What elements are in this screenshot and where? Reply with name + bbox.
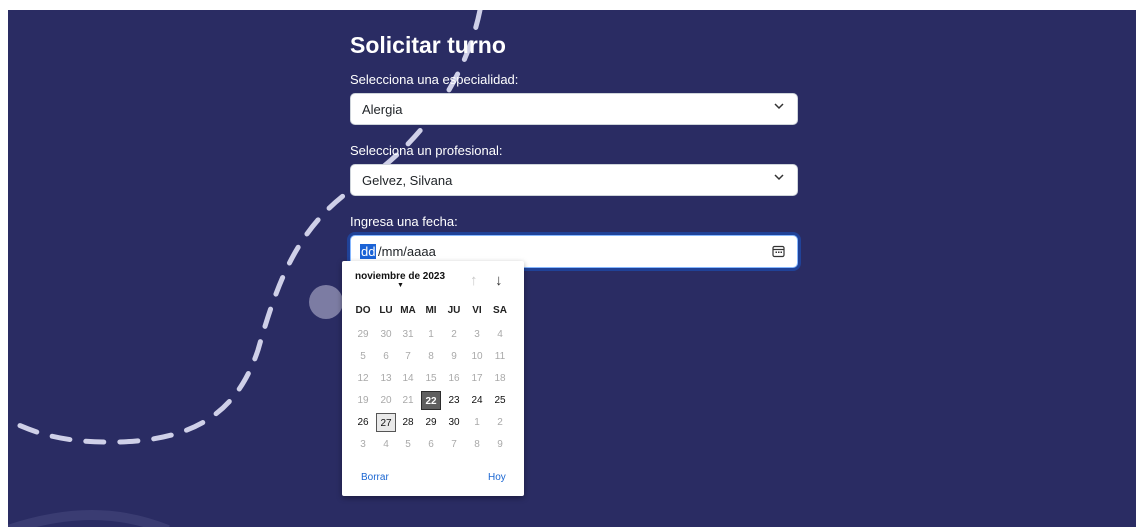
day-cell: 7 bbox=[405, 351, 411, 362]
day-cell[interactable]: 24 bbox=[467, 391, 487, 410]
day-cell: 29 bbox=[357, 329, 369, 340]
calendar-icon[interactable] bbox=[772, 245, 785, 258]
date-day-segment[interactable]: dd bbox=[360, 244, 377, 259]
caret-down-icon[interactable]: ▼ bbox=[397, 282, 404, 289]
arrow-up-icon[interactable]: ↑ bbox=[470, 272, 478, 289]
day-cell: 6 bbox=[383, 351, 389, 362]
weekday-header: SA bbox=[493, 305, 507, 316]
specialty-selected-value: Alergia bbox=[362, 102, 403, 117]
chevron-down-icon bbox=[774, 172, 784, 185]
day-cell: 10 bbox=[471, 351, 483, 362]
professional-selected-value: Gelvez, Silvana bbox=[362, 173, 453, 188]
chevron-down-icon bbox=[774, 101, 784, 114]
day-cell[interactable]: 26 bbox=[353, 413, 373, 432]
professional-select[interactable]: Gelvez, Silvana bbox=[350, 164, 798, 196]
day-cell: 9 bbox=[451, 351, 457, 362]
day-cell: 12 bbox=[357, 373, 369, 384]
day-cell: 13 bbox=[380, 373, 392, 384]
day-cell: 16 bbox=[448, 373, 460, 384]
weekday-header: MI bbox=[425, 305, 437, 316]
date-month-year-segments[interactable]: /mm/aaaa bbox=[378, 244, 436, 259]
day-cell: 3 bbox=[474, 329, 480, 340]
day-cell: 9 bbox=[497, 439, 503, 450]
day-cell: 1 bbox=[474, 417, 480, 428]
day-cell[interactable]: 30 bbox=[444, 413, 464, 432]
weekday-header: DO bbox=[355, 305, 371, 316]
day-cell: 15 bbox=[425, 373, 437, 384]
page-background: Solicitar turno Selecciona una especiali… bbox=[8, 10, 1136, 527]
day-cell: 5 bbox=[405, 439, 411, 450]
specialty-label: Selecciona una especialidad: bbox=[350, 72, 519, 87]
day-cell: 7 bbox=[451, 439, 457, 450]
day-cell: 4 bbox=[497, 329, 503, 340]
day-cell: 5 bbox=[360, 351, 366, 362]
day-cell: 17 bbox=[471, 373, 483, 384]
specialty-select[interactable]: Alergia bbox=[350, 93, 798, 125]
weekday-header: VI bbox=[472, 305, 482, 316]
weekday-header: MA bbox=[400, 305, 416, 316]
day-cell[interactable]: 25 bbox=[490, 391, 510, 410]
day-cell: 3 bbox=[360, 439, 366, 450]
day-cell: 8 bbox=[428, 351, 434, 362]
date-label: Ingresa una fecha: bbox=[350, 214, 458, 229]
day-cell: 20 bbox=[380, 395, 392, 406]
date-picker-popup: noviembre de 2023 ▼ ↑ ↓ DO LU MA MI JU VI SA 2… bbox=[342, 261, 524, 496]
clear-button[interactable]: Borrar bbox=[361, 472, 389, 483]
day-cell: 1 bbox=[428, 329, 434, 340]
dashed-path-decoration bbox=[8, 10, 483, 527]
day-cell: 21 bbox=[402, 395, 414, 406]
day-cell[interactable]: 29 bbox=[421, 413, 441, 432]
day-cell: 30 bbox=[380, 329, 392, 340]
day-cell: 2 bbox=[497, 417, 503, 428]
day-cell-focused[interactable]: 27 bbox=[376, 413, 396, 432]
day-cell: 6 bbox=[428, 439, 434, 450]
day-cell: 11 bbox=[494, 351, 506, 362]
day-cell: 19 bbox=[357, 395, 369, 406]
day-cell: 14 bbox=[402, 373, 414, 384]
professional-label: Selecciona un profesional: bbox=[350, 143, 503, 158]
weekday-header: JU bbox=[447, 305, 461, 316]
today-button[interactable]: Hoy bbox=[488, 472, 506, 483]
day-cell: 4 bbox=[383, 439, 389, 450]
page-title: Solicitar turno bbox=[350, 32, 506, 58]
day-cell: 18 bbox=[494, 373, 506, 384]
arrow-down-icon[interactable]: ↓ bbox=[495, 272, 503, 289]
day-cell: 8 bbox=[474, 439, 480, 450]
month-year-selector[interactable]: noviembre de 2023 bbox=[355, 271, 445, 282]
day-cell: 2 bbox=[451, 329, 457, 340]
weekday-header: LU bbox=[379, 305, 393, 316]
day-cell-today[interactable]: 22 bbox=[421, 391, 441, 410]
day-cell: 31 bbox=[402, 329, 414, 340]
day-cell[interactable]: 28 bbox=[398, 413, 418, 432]
day-cell[interactable]: 23 bbox=[444, 391, 464, 410]
